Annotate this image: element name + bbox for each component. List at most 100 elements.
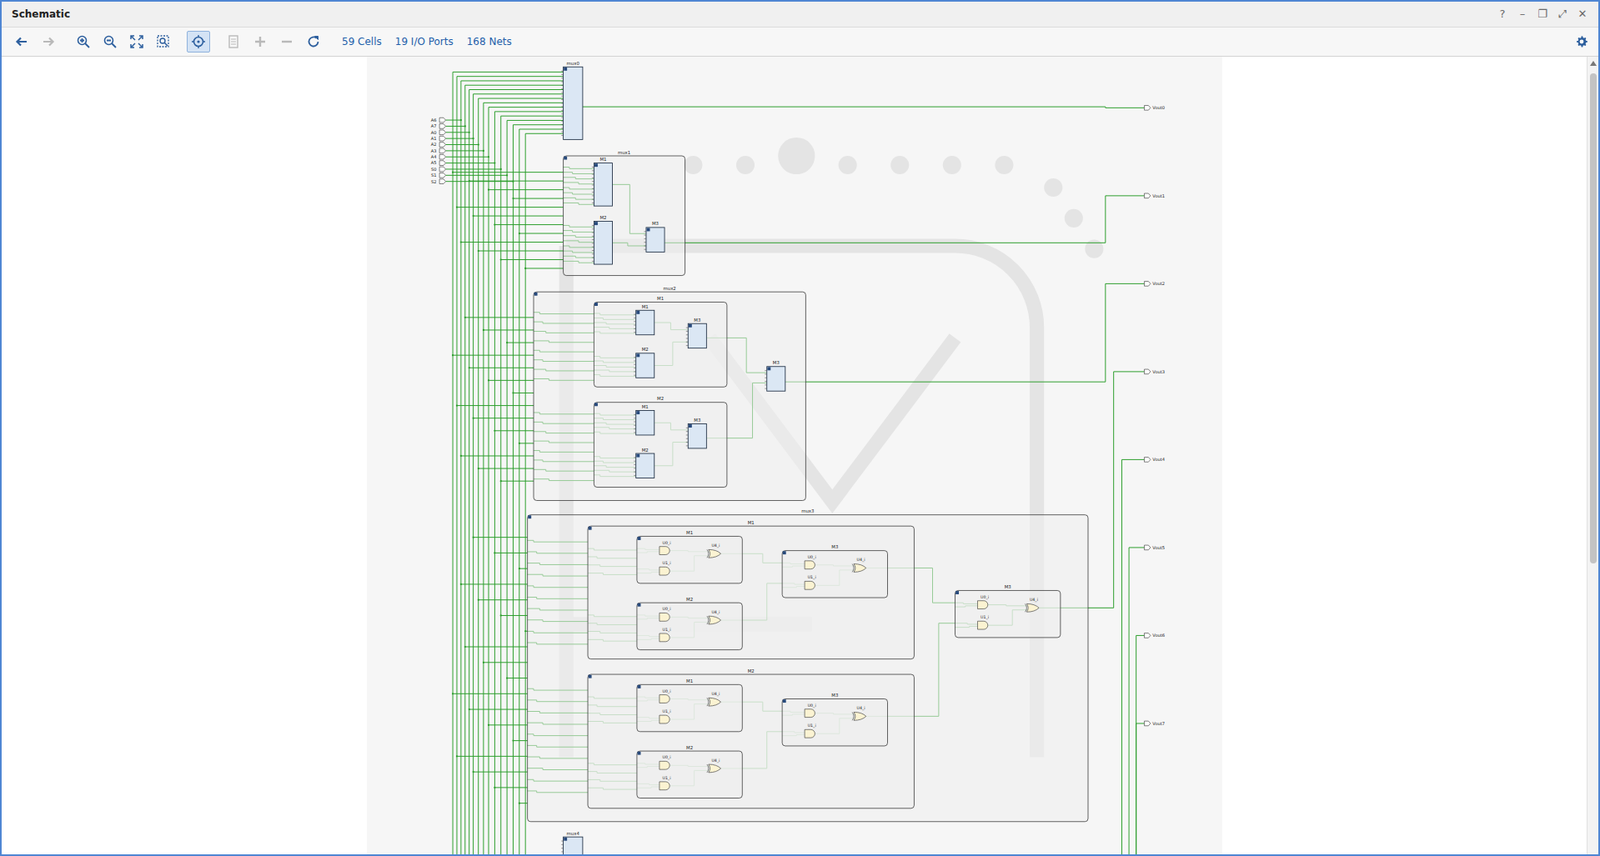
zoom-out-button[interactable] <box>98 30 122 53</box>
output-port[interactable] <box>1143 633 1150 639</box>
net-junction <box>456 404 458 407</box>
input-port[interactable] <box>439 173 446 179</box>
xor-gate-icon <box>1025 603 1028 612</box>
leaf-cell[interactable]: M2 <box>633 447 655 479</box>
net-wire <box>456 405 534 407</box>
io-ports-link[interactable]: 19 I/O Ports <box>390 34 459 50</box>
leaf-cell[interactable]: mux0 <box>561 60 583 141</box>
fit-button[interactable] <box>125 30 149 53</box>
net-wire <box>445 156 489 158</box>
gate-cell[interactable]: M2U0_iU1_iU4_i <box>636 745 743 799</box>
net-junction <box>487 724 490 727</box>
leaf-cell[interactable]: M1 <box>633 304 655 336</box>
zoom-in-button[interactable] <box>71 30 96 53</box>
output-port[interactable] <box>1143 281 1150 287</box>
net-wire <box>519 442 534 444</box>
select-button[interactable] <box>186 30 211 53</box>
hier-cell[interactable]: M2 <box>593 396 728 487</box>
vertical-scrollbar[interactable] <box>1586 56 1599 855</box>
leaf-cell[interactable]: M2 <box>591 215 613 265</box>
help-button[interactable]: ? <box>1494 5 1510 23</box>
gate-cell[interactable]: M3U0_iU1_iU4_i <box>954 584 1060 638</box>
settings-button[interactable] <box>1573 33 1590 51</box>
cell-corner-icon <box>636 310 640 315</box>
zoom-area-button[interactable] <box>151 30 176 53</box>
close-button[interactable]: ✕ <box>1574 5 1590 23</box>
leaf-cell-box <box>593 221 612 266</box>
gate-label: U1_i <box>662 561 672 567</box>
cell-label: M3 <box>693 417 701 423</box>
output-port-label: Vout1 <box>1152 193 1165 199</box>
schematic-canvas[interactable]: A6A7A0A1A2A3A4A5S0S1S2Vout0Vout1Vout2Vou… <box>1 56 1587 855</box>
leaf-cell[interactable]: M3 <box>686 417 708 449</box>
net-junction <box>460 583 462 586</box>
refresh-button[interactable] <box>301 30 326 53</box>
cell-corner-icon <box>637 536 642 541</box>
cell-corner-icon <box>563 837 567 842</box>
net-wire <box>478 599 528 601</box>
hier-cell[interactable]: M2 <box>587 668 914 809</box>
leaf-cell[interactable]: M3 <box>686 317 708 349</box>
output-port[interactable] <box>1143 457 1150 463</box>
hier-cell[interactable]: mux3 <box>527 508 1089 823</box>
net-wire <box>488 380 534 382</box>
gate-cell[interactable]: M1U0_iU1_iU4_i <box>636 530 743 584</box>
leaf-cell-box <box>636 310 655 335</box>
gate-cell[interactable]: M1U0_iU1_iU4_i <box>636 678 743 733</box>
leaf-cell[interactable]: M1 <box>591 156 613 206</box>
net-wire <box>465 647 528 648</box>
input-port[interactable] <box>439 166 446 172</box>
gate-cell[interactable]: M3U0_iU1_iU4_i <box>782 544 888 598</box>
hier-cell[interactable]: mux1 <box>563 150 686 276</box>
cells-link[interactable]: 59 Cells <box>336 34 387 50</box>
net-wire <box>512 392 534 394</box>
gate-label: U4_i <box>711 692 720 698</box>
hier-cell-box <box>593 301 728 387</box>
gate-cell[interactable]: M2U0_iU1_iU4_i <box>636 596 743 651</box>
cell-corner-icon <box>955 591 959 595</box>
input-port[interactable] <box>439 135 446 141</box>
net-wire <box>473 215 564 217</box>
input-port[interactable] <box>439 154 446 160</box>
gate-label: U0_i <box>662 541 672 547</box>
hier-cell[interactable]: M1 <box>593 295 728 387</box>
back-button[interactable] <box>10 30 34 53</box>
up-arrow-icon <box>1589 60 1597 66</box>
output-port[interactable] <box>1143 369 1150 375</box>
input-port[interactable] <box>439 130 446 136</box>
output-port[interactable] <box>1143 193 1150 199</box>
output-port[interactable] <box>1143 545 1150 551</box>
and-gate-icon <box>659 695 670 704</box>
gate-cell[interactable]: M3U0_iU1_iU4_i <box>782 692 888 747</box>
schematic-diagram[interactable]: A6A7A0A1A2A3A4A5S0S1S2Vout0Vout1Vout2Vou… <box>1 56 1587 855</box>
hier-cell-box <box>782 699 888 747</box>
input-port[interactable] <box>439 179 446 185</box>
input-port[interactable] <box>439 148 446 154</box>
output-port[interactable] <box>1143 105 1150 111</box>
cell-label: mux0 <box>566 60 581 66</box>
nets-link[interactable]: 168 Nets <box>461 34 517 50</box>
input-port[interactable] <box>439 117 446 123</box>
leaf-cell-box <box>636 411 655 436</box>
output-port[interactable] <box>1143 721 1150 727</box>
input-port[interactable] <box>439 124 446 130</box>
restore-button[interactable]: ❐ <box>1534 5 1550 23</box>
maximize-button[interactable]: ⤢ <box>1554 5 1570 23</box>
scroll-up-icon[interactable] <box>1589 60 1597 69</box>
leaf-cell[interactable]: M1 <box>633 404 655 436</box>
net-wire <box>452 693 528 695</box>
minimize-button[interactable]: – <box>1514 5 1530 23</box>
leaf-cell[interactable]: M2 <box>633 346 655 378</box>
input-port[interactable] <box>439 160 446 166</box>
leaf-cell-box <box>563 66 583 140</box>
leaf-cell[interactable]: M3 <box>764 360 786 392</box>
scroll-thumb[interactable] <box>1589 73 1597 564</box>
net-wire <box>501 481 534 482</box>
net-wire <box>494 224 563 226</box>
hier-cell-box <box>587 674 914 809</box>
leaf-cell[interactable]: mux4 <box>561 831 583 855</box>
hier-cell[interactable]: M1 <box>587 520 914 660</box>
hier-cell[interactable]: mux2 <box>533 285 806 502</box>
leaf-cell[interactable]: M3 <box>644 220 666 252</box>
input-port[interactable] <box>439 142 446 148</box>
